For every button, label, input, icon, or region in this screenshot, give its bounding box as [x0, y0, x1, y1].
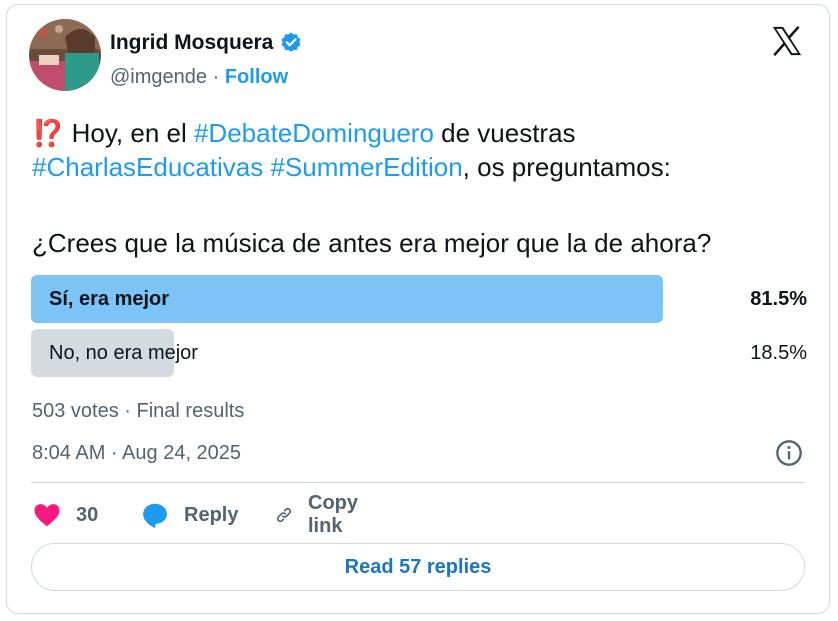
poll-option-label: Sí, era mejor	[49, 288, 170, 310]
poll-option: Sí, era mejor 81.5%	[31, 275, 807, 323]
tweet-text-line1-start: Hoy, en el	[71, 118, 194, 148]
info-icon[interactable]	[775, 439, 803, 467]
poll-summary: 503 votes · Final results	[32, 400, 245, 422]
poll-option: No, no era mejor 18.5%	[31, 329, 807, 377]
author-handle[interactable]: @imgende	[110, 66, 207, 88]
verified-badge-icon	[281, 32, 301, 52]
reply-bubble-icon	[143, 503, 167, 529]
avatar[interactable]	[29, 19, 101, 91]
poll-question: ¿Crees que la música de antes era mejor …	[32, 228, 712, 258]
poll-option-percent: 81.5%	[750, 288, 807, 310]
exclamation-question-icon: ⁉️	[32, 118, 65, 148]
link-icon	[276, 507, 292, 523]
handle-separator: ·	[212, 66, 220, 88]
reply-button[interactable]: Reply	[140, 500, 238, 530]
read-replies-button[interactable]: Read 57 replies	[31, 543, 805, 591]
like-button[interactable]: 30	[32, 500, 98, 530]
follow-button[interactable]: Follow	[225, 66, 288, 88]
author-name[interactable]: Ingrid Mosquera	[110, 30, 303, 56]
handle-row: @imgende · Follow	[110, 64, 288, 90]
hashtag-summer-edition[interactable]: #SummerEdition	[270, 152, 462, 182]
like-count: 30	[76, 503, 99, 526]
copy-link-button[interactable]: Copy link	[274, 492, 368, 537]
copy-link-label: Copy link	[308, 492, 358, 537]
poll-option-percent: 18.5%	[750, 342, 807, 364]
heart-icon	[34, 504, 60, 527]
tweet-timestamp[interactable]: 8:04 AM · Aug 24, 2025	[32, 440, 241, 466]
tweet-text-line2-end: , os preguntamos:	[462, 152, 671, 182]
poll-option-label: No, no era mejor	[49, 342, 198, 364]
tweet-text-line1-end: de vuestras	[433, 118, 576, 148]
tweet-text: ⁉️ Hoy, en el #DebateDominguero de vuest…	[32, 116, 812, 184]
author-name-text: Ingrid Mosquera	[110, 31, 274, 54]
reply-label: Reply	[184, 503, 239, 526]
hashtag-debate-dominguero[interactable]: #DebateDominguero	[194, 118, 434, 148]
x-logo-icon[interactable]	[770, 24, 804, 58]
hashtag-charlas-educativas[interactable]: #CharlasEducativas	[32, 152, 263, 182]
divider	[31, 482, 805, 483]
